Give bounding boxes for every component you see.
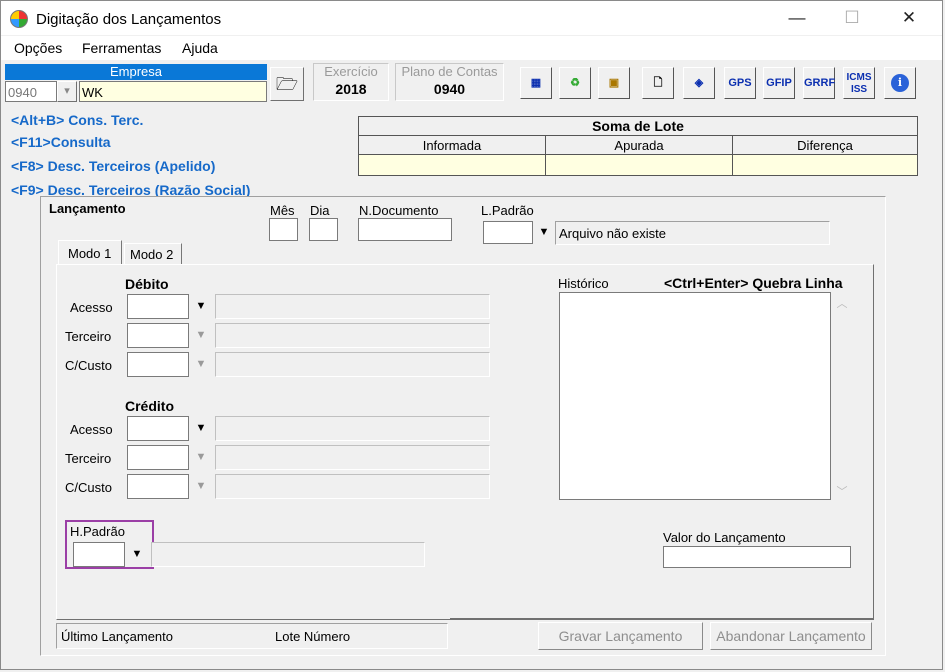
window-title: Digitação dos Lançamentos (36, 11, 222, 28)
tab-modo-1[interactable]: Modo 1 (58, 240, 122, 265)
mes-field[interactable] (269, 218, 298, 241)
new-document-icon[interactable]: 🗋 (642, 67, 674, 99)
empresa-name-field[interactable]: WK (79, 81, 267, 102)
menu-bar: Opções Ferramentas Ajuda (1, 36, 942, 60)
valor-label: Valor do Lançamento (663, 530, 786, 545)
credito-title: Crédito (125, 398, 174, 414)
recycle-bin-icon[interactable]: ♻ (559, 67, 591, 99)
dropdown-arrow-icon[interactable]: ▼ (125, 543, 149, 566)
tab-modo-1-label: Modo 1 (68, 246, 112, 261)
maximize-button[interactable]: ☐ (837, 7, 867, 29)
plano-value: 0940 (433, 81, 466, 97)
tab-modo-2[interactable]: Modo 2 (124, 243, 182, 265)
lpadrao-desc: Arquivo não existe (555, 221, 830, 245)
soma-apurada-value (545, 154, 733, 176)
lancamento-title: Lançamento (49, 201, 126, 216)
ndocumento-field[interactable] (358, 218, 452, 241)
arquivo-nao-existe-text: Arquivo não existe (559, 226, 666, 241)
credito-terceiro-label: Terceiro (65, 451, 112, 466)
lote-numero-label: Lote Número (275, 629, 351, 644)
shortcut-consulta: <F11>Consulta (11, 134, 111, 150)
dia-label: Dia (310, 203, 330, 218)
empresa-code-field[interactable]: 0940 (5, 81, 57, 102)
credito-acesso-label: Acesso (70, 422, 113, 437)
soma-lote-table: Soma de Lote Informada Apurada Diferença (358, 116, 918, 176)
soma-diferenca-value (732, 154, 918, 176)
mes-label: Mês (270, 203, 295, 218)
soma-informada-value (358, 154, 546, 176)
soma-col-diferenca: Diferença (732, 135, 918, 155)
lpadrao-dropdown-icon[interactable]: ▼ (533, 222, 555, 243)
exercicio-box: Exercício 2018 (313, 63, 389, 101)
info-icon[interactable]: i (884, 67, 916, 99)
status-panel: Último Lançamento Lote Número (56, 623, 448, 649)
scroll-down-icon[interactable]: ﹀ (834, 483, 850, 498)
exercicio-value: 2018 (335, 81, 367, 97)
valor-field[interactable] (663, 546, 851, 568)
hpadrao-label: H.Padrão (70, 524, 125, 539)
calculator-icon[interactable]: ▦ (520, 67, 552, 99)
minimize-button[interactable]: — (782, 7, 812, 29)
info-glyph: i (891, 74, 909, 92)
historico-label: Histórico (558, 276, 609, 291)
soma-lote-title: Soma de Lote (358, 116, 918, 136)
soma-col-apurada: Apurada (545, 135, 733, 155)
debito-terceiro-label: Terceiro (65, 329, 112, 344)
exercicio-label: Exercício (324, 64, 378, 79)
shortcut-apelido: <F8> Desc. Terceiros (Apelido) (11, 158, 216, 174)
abandonar-lancamento-button[interactable]: Abandonar Lançamento (710, 622, 872, 650)
credito-ccusto-label: C/Custo (65, 480, 112, 495)
dropdown-arrow-icon[interactable]: ▼ (189, 295, 213, 318)
dropdown-arrow-icon[interactable]: ▼ (189, 475, 213, 498)
dropdown-arrow-icon[interactable]: ▼ (189, 417, 213, 440)
grrf-button[interactable]: GRRF (803, 67, 835, 99)
empresa-header: Empresa (5, 64, 267, 80)
lpadrao-label: L.Padrão (481, 203, 534, 218)
folder-open-icon[interactable]: 🗁 (270, 67, 304, 101)
shortcut-cons-terc: <Alt+B> Cons. Terc. (11, 112, 144, 128)
menu-opcoes[interactable]: Opções (14, 40, 62, 56)
dia-field[interactable] (309, 218, 338, 241)
historico-textarea[interactable] (559, 292, 831, 500)
plano-box: Plano de Contas 0940 (395, 63, 504, 101)
app-icon (10, 10, 28, 28)
historico-hint: <Ctrl+Enter> Quebra Linha (664, 275, 843, 291)
icms-iss-button[interactable]: ICMS ISS (843, 67, 875, 99)
soma-col-informada: Informada (358, 135, 546, 155)
ndocumento-label: N.Documento (359, 203, 439, 218)
ultimo-lancamento-label: Último Lançamento (61, 629, 173, 644)
debito-acesso-label: Acesso (70, 300, 113, 315)
close-button[interactable]: ✕ (894, 7, 924, 29)
debito-title: Débito (125, 276, 169, 292)
plano-label: Plano de Contas (401, 64, 498, 79)
scroll-up-icon[interactable]: ︿ (834, 295, 850, 310)
dropdown-arrow-icon[interactable]: ▼ (189, 446, 213, 469)
import-icon[interactable]: ▣ (598, 67, 630, 99)
gps-button[interactable]: GPS (724, 67, 756, 99)
diamond-icon[interactable]: ◈ (683, 67, 715, 99)
gfip-button[interactable]: GFIP (763, 67, 795, 99)
lpadrao-field[interactable] (483, 221, 533, 244)
tab-modo-2-label: Modo 2 (130, 247, 174, 262)
menu-ferramentas[interactable]: Ferramentas (82, 40, 161, 56)
empresa-spin-icon[interactable]: ▾ (57, 81, 77, 102)
dropdown-arrow-icon[interactable]: ▼ (189, 324, 213, 347)
menu-ajuda[interactable]: Ajuda (182, 40, 218, 56)
tab-panel-bottom-line (450, 618, 874, 620)
debito-ccusto-label: C/Custo (65, 358, 112, 373)
gravar-lancamento-button[interactable]: Gravar Lançamento (538, 622, 703, 650)
title-bar: Digitação dos Lançamentos — ☐ ✕ (1, 1, 942, 35)
dropdown-arrow-icon[interactable]: ▼ (189, 353, 213, 376)
